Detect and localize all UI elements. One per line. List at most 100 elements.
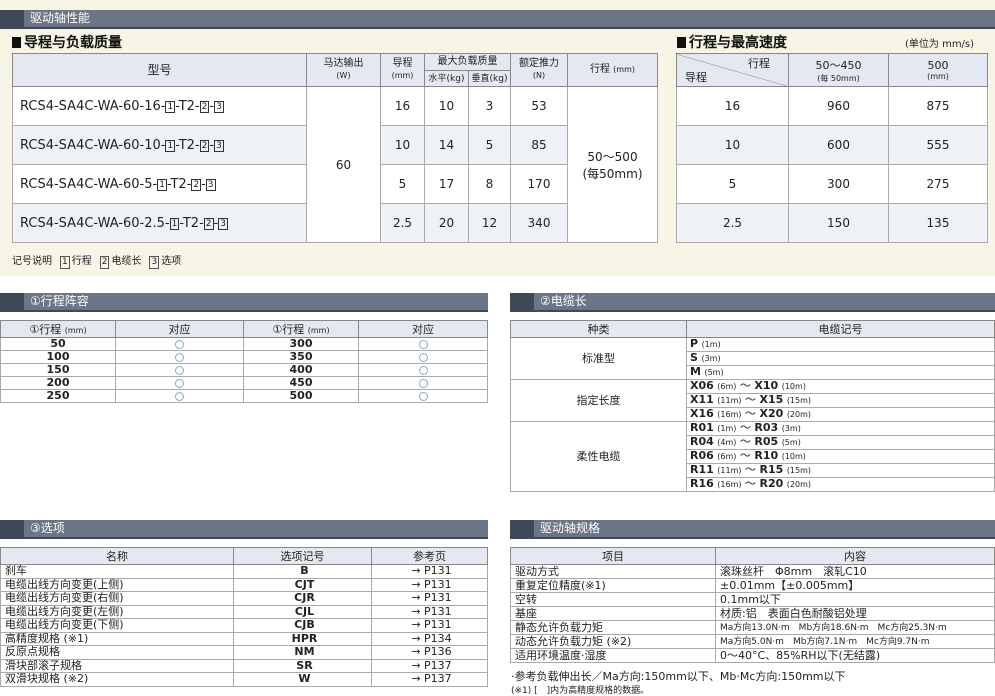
option-page-link[interactable]: → P131 [371,618,488,633]
stroke-value: 300 [243,337,359,351]
cable-type-cell: 标准型 [510,337,687,380]
speed-cell: 150 [788,203,889,243]
lead-payload-heading: 导程与负载质量 [12,32,122,52]
legend-text-3: 选项 [161,256,182,267]
symbol-legend: 记号说明 1 行程 2 电缆长 3 选项 [12,252,181,269]
option-page-link[interactable]: → P131 [371,564,488,579]
cable-code-cell: R04 (4m) ～ R05 (5m) [686,435,995,450]
col-support-a: 对应 [115,320,244,338]
cable-length: (5m) [704,368,724,377]
option-page-link[interactable]: → P134 [371,631,488,646]
marker-3: 3 [205,178,216,191]
cable-code-cell: R16 (16m) ～ R20 (20m) [686,477,995,492]
table-row: 基座 材质:铝 表面白色耐酸铝处理 [510,606,995,621]
spec-value: 0～40°C、85%RH以下(无结露) [715,648,995,663]
diag-top-label: 行程 [748,57,770,70]
spec-item: 重复定位精度(※1) [510,578,716,593]
col-option-code: 选项记号 [233,547,372,565]
legend-marker-1: 1 [60,256,70,269]
cable-code: X10 [754,379,779,392]
speed-cell: 275 [888,164,988,204]
option-name: 刹车 [0,564,234,579]
col-horizontal: 水平(kg) [424,70,469,87]
circle-icon [418,352,428,362]
spec-value: ±0.01mm【±0.005mm】 [715,578,995,593]
range-sep: ～ [745,477,756,490]
stroke-value: 50～500 (每50mm) [567,86,658,243]
table-row: 250 500 [0,389,488,403]
option-page-link[interactable]: → P131 [371,604,488,619]
col-option-name: 名称 [0,547,234,565]
cable-length: (15m) [786,466,811,475]
model-prefix: RCS4-SA4C-WA-60-16- [20,98,166,114]
cable-code-cell: P (1m) [686,337,995,352]
stroke-value: 350 [243,350,359,364]
supported-cell [358,350,488,364]
table-row: 5 300 275 [676,164,988,204]
cable-length: (3m) [781,424,801,433]
option-page-link[interactable]: → P136 [371,645,488,660]
cable-code-cell: S (3m) [686,351,995,366]
option-page-link[interactable]: → P131 [371,591,488,606]
stroke-label: 行程 [589,64,610,75]
range-sep: ～ [739,435,751,448]
option-code: CJB [233,618,372,633]
option-page-link[interactable]: → P137 [371,658,488,673]
vertical-cell: 12 [468,203,511,243]
cable-code-cell: R01 (1m) ～ R03 (3m) [686,421,995,436]
col-cable-code: 电缆记号 [686,320,995,338]
legend-label: 记号说明 [12,256,52,267]
col-spec-value: 内容 [715,547,995,565]
cable-length: (6m) [717,382,737,391]
stroke-section-header: ①行程阵容 [0,293,488,312]
model-prefix: RCS4-SA4C-WA-60-2.5- [20,215,170,231]
horizontal-cell: 20 [424,203,469,243]
option-page-link[interactable]: → P131 [371,577,488,592]
table-row: 高精度规格 (※1) HPR → P134 [0,631,488,646]
marker-3: 3 [214,100,224,113]
option-page-link[interactable]: → P137 [371,672,488,687]
col-model: 型号 [12,53,307,87]
cable-length: (5m) [781,438,801,447]
marker-1: 1 [165,139,176,152]
lead-label: 导程 [392,58,413,69]
option-code: CJT [233,577,372,592]
cable-table: 种类 电缆记号 标准型 P (1m) S (3m) M (5m) 指定长度 X06 (… [510,320,995,492]
col-lead: 导程 (mm) [380,53,425,87]
cable-length: (20m) [786,480,811,489]
table-row: 电缆出线方向变更(上侧) CJT → P131 [0,577,488,592]
speed-cell: 555 [888,125,988,165]
circle-icon [418,391,428,401]
cable-code-cell: X11 (11m) ～ X15 (15m) [686,393,995,408]
lead-cell: 2.5 [676,203,789,243]
supported-cell [115,389,244,403]
table-row: 2.5 150 135 [676,203,988,243]
cable-code: X06 [690,379,714,392]
marker-3: 3 [218,217,228,230]
stroke-header-unit: (mm) [307,326,330,335]
legend-text-2: 电缆长 [111,256,142,267]
cable-code-cell: R11 (11m) ～ R15 (15m) [686,463,995,478]
cable-code: R03 [754,421,779,434]
circle-icon [175,339,184,349]
spec-value: 0.1mm以下 [715,592,995,607]
cable-section-title: ②电缆长 [540,294,587,308]
cable-length: (4m) [717,438,737,447]
lead-cell: 2.5 [380,203,425,243]
lead-cell: 10 [380,125,425,165]
model-table: 型号 马达输出 (W) 导程 (mm) 最大负载质量 额定推力 (N) 行程 (mm)… [12,53,658,243]
model-cell: RCS4-SA4C-WA-60-10- 1 -T2- 2-3 [12,125,307,165]
option-code: W [233,672,372,687]
circle-icon [418,378,428,388]
marker-2: 2 [203,217,214,230]
lead-cell: 5 [380,164,425,204]
thrust-cell: 53 [510,86,568,126]
table-row: 适用环境温度·湿度 0～40°C、85%RH以下(无结露) [510,648,995,663]
speed-table: 行程 导程 50～450 (每 50mm) 500 (mm) 16 960 875 10… [676,53,988,243]
table-row: 200 450 [0,376,488,390]
stroke-unit: (mm) [613,65,635,74]
cable-code-cell: R06 (6m) ～ R10 (10m) [686,449,995,464]
cable-code: R04 [690,435,714,448]
cable-code-cell: X16 (16m) ～ X20 (20m) [686,407,995,422]
section-header: 驱动轴性能 [0,10,995,29]
